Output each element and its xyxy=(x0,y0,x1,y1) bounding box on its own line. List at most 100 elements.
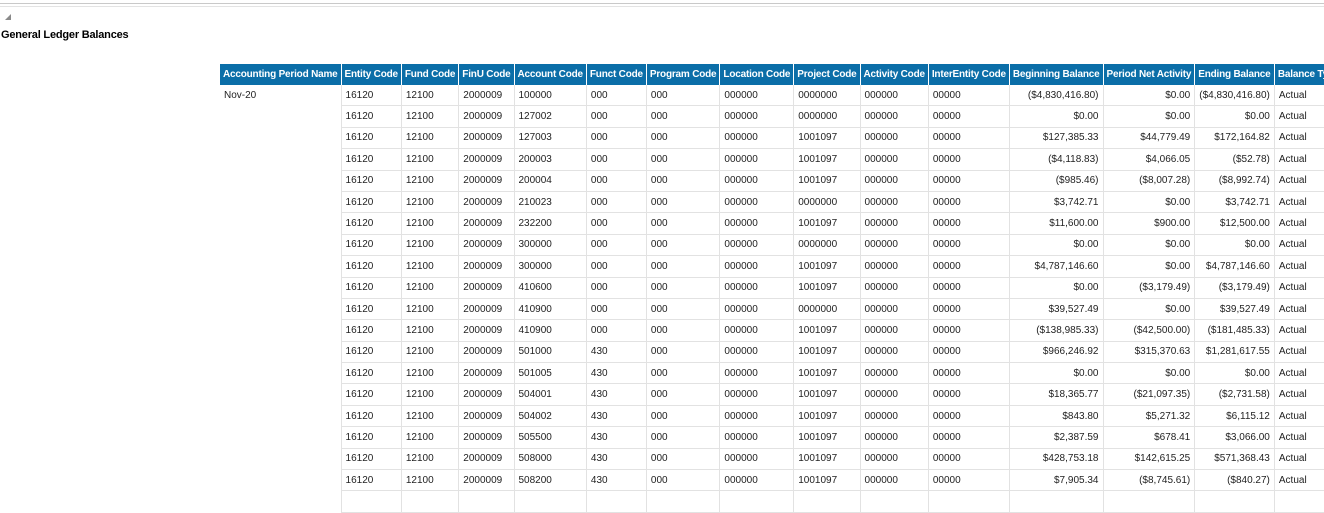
table-cell: 410600 xyxy=(514,277,587,299)
table-cell: 12100 xyxy=(401,191,460,214)
table-cell: 000 xyxy=(646,212,721,235)
table-row: 16120 12100 2000009 508200 430 000 000000 10010… xyxy=(220,469,1324,492)
table-cell: 000 xyxy=(586,127,647,150)
column-header[interactable]: Entity Code xyxy=(341,64,402,85)
column-header[interactable]: Account Code xyxy=(514,64,587,85)
column-header[interactable]: Program Code xyxy=(646,64,721,85)
table-cell: ($8,745.61) xyxy=(1103,469,1196,492)
table-cell: Actual xyxy=(1274,85,1324,107)
table-row: 16120 12100 2000009 505500 430 000 000000 10010… xyxy=(220,426,1324,449)
table-cell: 00000 xyxy=(928,383,1010,406)
table-cell: $127,385.33 xyxy=(1009,127,1104,150)
table-cell: $5,271.32 xyxy=(1103,405,1196,428)
column-header[interactable]: FinU Code xyxy=(458,64,515,85)
column-header[interactable]: Beginning Balance xyxy=(1009,64,1104,85)
table-cell xyxy=(646,490,721,513)
table-cell: $0.00 xyxy=(1103,298,1196,321)
table-cell: 00000 xyxy=(928,298,1010,321)
table-cell: 430 xyxy=(586,341,647,364)
table-cell: 16120 xyxy=(341,85,402,107)
table-cell: 000000 xyxy=(860,127,929,150)
table-cell: 1001097 xyxy=(793,277,861,299)
table-cell: 00000 xyxy=(928,148,1010,171)
table-cell: Actual xyxy=(1274,148,1324,171)
column-header[interactable]: Activity Code xyxy=(860,64,929,85)
table-cell: 2000009 xyxy=(458,212,515,235)
table-cell: 200004 xyxy=(514,170,587,192)
table-row: 16120 12100 2000009 504001 430 000 000000 10010… xyxy=(220,383,1324,406)
table-cell: 000000 xyxy=(860,341,929,364)
table-body: Nov-20 16120 12100 2000009 100000 000 000 00000… xyxy=(220,85,1324,513)
table-cell: 1001097 xyxy=(793,469,861,492)
table-cell: 16120 xyxy=(341,469,402,492)
table-cell: Actual xyxy=(1274,170,1324,192)
column-header[interactable]: Location Code xyxy=(719,64,795,85)
table-cell: 000000 xyxy=(719,448,795,471)
table-cell: $678.41 xyxy=(1103,426,1196,449)
table-cell: 2000009 xyxy=(458,383,515,406)
table-cell: 00000 xyxy=(928,85,1010,107)
table-cell: 1001097 xyxy=(793,426,861,449)
ledger-table: Accounting Period Name Entity Code Fund Co… xyxy=(220,64,1324,513)
table-cell: 000000 xyxy=(860,255,929,278)
table-cell: $2,387.59 xyxy=(1009,426,1104,449)
table-cell: $900.00 xyxy=(1103,212,1196,235)
table-cell: 00000 xyxy=(928,319,1010,342)
table-cell xyxy=(1103,490,1196,513)
table-cell xyxy=(793,490,861,513)
table-cell: 000000 xyxy=(719,105,795,128)
table-cell: 000000 xyxy=(719,405,795,428)
table-cell: Actual xyxy=(1274,319,1324,342)
table-row: 16120 12100 2000009 410900 000 000 000000 10010… xyxy=(220,319,1324,342)
table-cell: ($840.27) xyxy=(1194,469,1275,492)
table-cell: 000000 xyxy=(860,426,929,449)
table-cell: 000 xyxy=(646,469,721,492)
column-header[interactable]: Balance Type xyxy=(1274,64,1324,85)
table-cell: $0.00 xyxy=(1009,234,1104,257)
table-cell: 16120 xyxy=(341,448,402,471)
collapse-triangle-icon[interactable] xyxy=(4,13,12,21)
table-cell: 1001097 xyxy=(793,170,861,192)
table-cell: 505500 xyxy=(514,426,587,449)
table-cell: 000000 xyxy=(860,148,929,171)
column-header[interactable]: InterEntity Code xyxy=(928,64,1010,85)
table-cell: 000000 xyxy=(719,383,795,406)
column-header[interactable]: Period Net Activity xyxy=(1103,64,1196,85)
table-cell: 2000009 xyxy=(458,191,515,214)
column-header[interactable]: Project Code xyxy=(793,64,861,85)
table-cell xyxy=(719,490,795,513)
table-row: 16120 12100 2000009 410600 000 000 000000 10010… xyxy=(220,277,1324,299)
table-cell: 430 xyxy=(586,448,647,471)
table-cell: $39,527.49 xyxy=(1009,298,1104,321)
table-cell: 12100 xyxy=(401,85,460,107)
table-cell: 430 xyxy=(586,426,647,449)
table-cell: 16120 xyxy=(341,105,402,128)
table-cell: 000 xyxy=(646,191,721,214)
table-cell: 430 xyxy=(586,383,647,406)
table-cell: 232200 xyxy=(514,212,587,235)
table-cell: 000 xyxy=(586,191,647,214)
table-cell: 12100 xyxy=(401,362,460,385)
column-header[interactable]: Ending Balance xyxy=(1194,64,1275,85)
table-cell: Actual xyxy=(1274,383,1324,406)
column-header[interactable]: Funct Code xyxy=(586,64,647,85)
table-cell: 000000 xyxy=(860,234,929,257)
column-header[interactable]: Accounting Period Name xyxy=(220,64,342,85)
table-cell: 2000009 xyxy=(458,298,515,321)
table-cell: 000000 xyxy=(860,277,929,299)
table-cell: 000000 xyxy=(719,298,795,321)
table-cell: 16120 xyxy=(341,277,402,299)
table-cell: 000000 xyxy=(860,448,929,471)
table-cell: $0.00 xyxy=(1009,105,1104,128)
column-header[interactable]: Fund Code xyxy=(401,64,460,85)
table-cell: 000000 xyxy=(719,319,795,342)
table-cell: ($138,985.33) xyxy=(1009,319,1104,342)
table-cell: 00000 xyxy=(928,448,1010,471)
table-row: Nov-20 16120 12100 2000009 100000 000 000 00000… xyxy=(220,85,1324,513)
table-cell xyxy=(1009,490,1104,513)
table-cell: 508200 xyxy=(514,469,587,492)
table-cell: $172,164.82 xyxy=(1194,127,1275,150)
table-cell: 2000009 xyxy=(458,127,515,150)
table-cell: 16120 xyxy=(341,234,402,257)
table-cell: 000000 xyxy=(860,85,929,107)
